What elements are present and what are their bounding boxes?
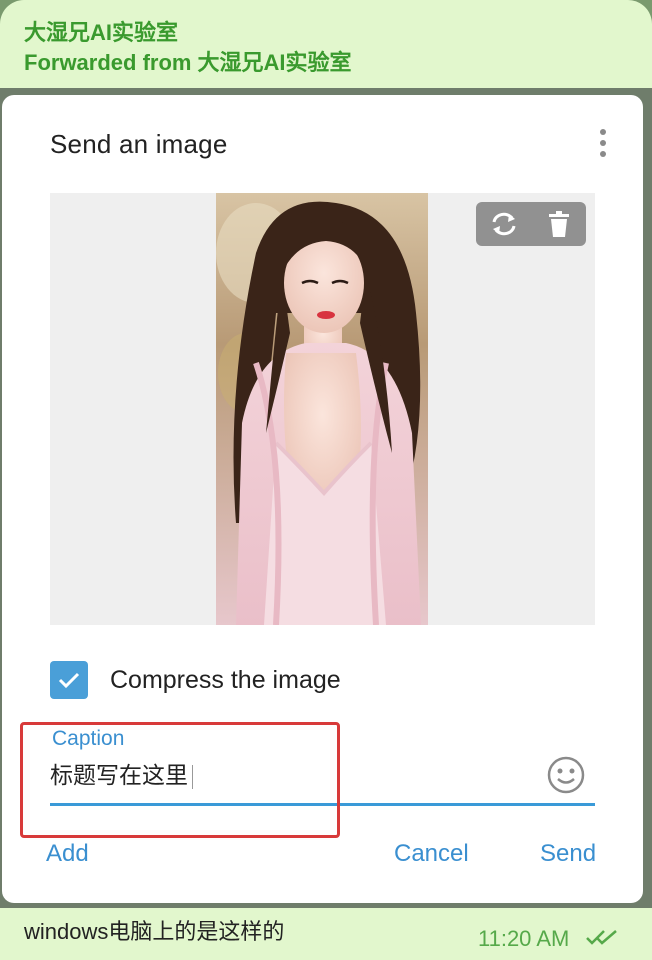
caption-input[interactable]: 标题写在这里 xyxy=(50,757,520,793)
dialog-title: Send an image xyxy=(50,129,228,159)
message-text: windows电脑上的是这样的 xyxy=(24,919,285,944)
text-caret xyxy=(192,764,193,789)
message-time: 11:20 AM xyxy=(478,926,570,951)
delete-icon[interactable] xyxy=(541,206,577,242)
image-preview xyxy=(216,193,428,625)
image-preview-area xyxy=(50,193,595,625)
image-tools xyxy=(476,202,586,246)
compress-option[interactable]: Compress the image xyxy=(50,660,341,700)
send-button[interactable]: Send xyxy=(540,840,596,868)
cancel-button[interactable]: Cancel xyxy=(394,840,469,868)
message-meta: 11:20 AM xyxy=(478,926,619,952)
more-vertical-icon[interactable] xyxy=(593,127,613,159)
caption-value: 标题写在这里 xyxy=(50,762,188,788)
replace-icon[interactable] xyxy=(486,206,522,242)
compress-checkbox[interactable] xyxy=(50,661,88,699)
add-button[interactable]: Add xyxy=(46,840,89,868)
caption-underline xyxy=(50,803,595,806)
forward-header: 大湿兄AI实验室 Forwarded from 大湿兄AI实验室 xyxy=(24,18,351,78)
smiley-icon[interactable] xyxy=(546,755,586,795)
double-check-icon xyxy=(585,926,619,952)
caption-label: Caption xyxy=(52,727,125,750)
message-bubble: 大湿兄AI实验室 Forwarded from 大湿兄AI实验室 Send an … xyxy=(0,0,652,960)
compress-label: Compress the image xyxy=(110,665,341,694)
forwarded-prefix: Forwarded from xyxy=(24,50,192,75)
checkmark-icon xyxy=(58,672,80,689)
send-image-dialog: Send an image Compress the image Caption… xyxy=(2,95,643,903)
channel-name[interactable]: 大湿兄AI实验室 xyxy=(24,18,351,48)
forwarded-source[interactable]: 大湿兄AI实验室 xyxy=(197,50,351,75)
forwarded-from[interactable]: Forwarded from 大湿兄AI实验室 xyxy=(24,48,351,78)
